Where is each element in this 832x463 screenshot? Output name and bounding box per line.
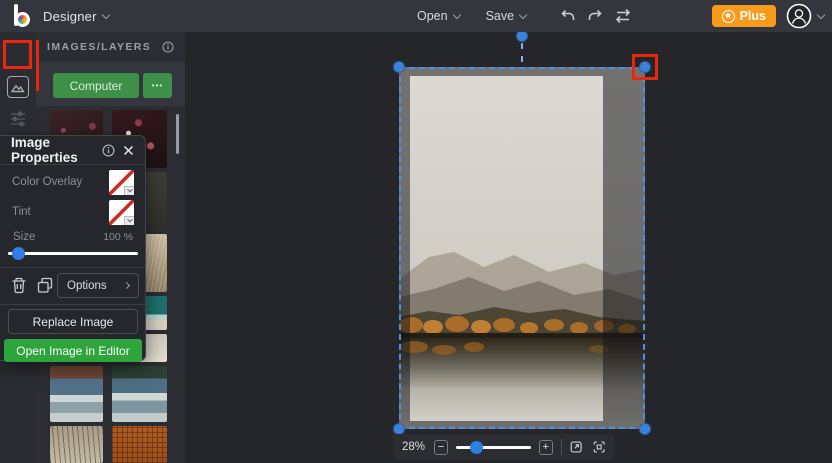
undo-button[interactable]: [560, 8, 576, 24]
switch-transfer-button[interactable]: [614, 8, 632, 24]
redo-button[interactable]: [587, 8, 603, 24]
zoom-slider-track[interactable]: [455, 446, 531, 449]
image-properties-header: Image Properties: [0, 135, 145, 165]
replace-image-button[interactable]: Replace Image: [8, 309, 138, 334]
rail-images-tab[interactable]: [7, 76, 29, 98]
images-layers-header: IMAGES/LAYERS: [36, 32, 185, 62]
duplicate-layer-button[interactable]: [35, 275, 55, 296]
swatch-dropdown-icon[interactable]: [124, 215, 134, 225]
profile-chevron-icon[interactable]: [816, 10, 826, 19]
color-overlay-row: Color Overlay: [12, 169, 134, 195]
trash-icon: [12, 277, 26, 294]
tint-row: Tint: [12, 199, 134, 225]
thumbnail-reeds[interactable]: [50, 426, 103, 463]
close-icon[interactable]: [123, 145, 134, 156]
fit-to-screen-icon[interactable]: [592, 439, 606, 455]
annotation-line-panel-edge: [36, 40, 39, 91]
person-icon: [786, 3, 812, 29]
redo-icon: [588, 9, 602, 20]
annotation-box-top-right-handle: [632, 54, 658, 80]
computer-upload-button[interactable]: Computer: [53, 73, 139, 98]
image-properties-panel: Image Properties Color Overlay Tint Size: [0, 135, 146, 362]
image-icon: [10, 84, 25, 93]
duplicate-icon: [37, 277, 53, 293]
rail-customize-tab[interactable]: [7, 108, 29, 130]
top-bar: Designer Open Save ★ Plus: [0, 0, 832, 32]
sliders-icon: [11, 111, 25, 127]
befunky-logo-icon[interactable]: [13, 4, 33, 28]
annotation-box-images-tab: [3, 40, 32, 69]
size-slider-knob[interactable]: [12, 247, 25, 260]
profile-avatar[interactable]: [786, 3, 812, 29]
chevron-down-icon: [518, 10, 528, 19]
zoom-in-button[interactable]: +: [538, 439, 553, 455]
star-icon: ★: [721, 9, 735, 23]
tint-swatch[interactable]: [109, 199, 134, 225]
options-button[interactable]: Options: [57, 273, 139, 298]
zoom-bar: 28% − +: [393, 434, 615, 460]
selection-handle-top-left[interactable]: [393, 61, 405, 73]
selection-handle-bottom-right[interactable]: [639, 423, 651, 435]
image-properties-title: Image Properties: [11, 135, 78, 165]
zoom-out-button[interactable]: −: [434, 439, 448, 455]
thumbnail-waves-forest[interactable]: [112, 366, 167, 422]
zoom-slider[interactable]: [455, 440, 531, 454]
thumbnail-orange-grid[interactable]: [112, 426, 167, 463]
plus-upgrade-button[interactable]: ★ Plus: [711, 5, 776, 27]
thumbnail-waves-shore[interactable]: [50, 366, 103, 422]
logo-color-wheel: [15, 12, 30, 27]
size-slider-track[interactable]: [8, 252, 138, 255]
info-icon[interactable]: [102, 143, 115, 157]
open-image-in-editor-button[interactable]: Open Image in Editor: [4, 339, 142, 362]
size-slider[interactable]: [8, 246, 138, 260]
rotation-handle-line: [521, 43, 523, 62]
panel-scrollbar[interactable]: [176, 114, 179, 154]
app-title: Designer: [43, 8, 97, 24]
chevron-down-icon: [452, 10, 461, 19]
panel-title: IMAGES/LAYERS: [47, 41, 152, 53]
transfer-arrows-icon: [615, 8, 631, 24]
undo-icon: [561, 9, 575, 20]
open-menu[interactable]: Open: [417, 9, 461, 23]
designer-app-menu[interactable]: Designer: [43, 8, 110, 24]
size-row: Size 100 %: [13, 231, 133, 243]
swatch-dropdown-icon[interactable]: [124, 185, 134, 195]
save-menu[interactable]: Save: [486, 9, 528, 23]
divider: [560, 439, 562, 455]
selection-bounding-box: [399, 67, 645, 429]
more-sources-button[interactable]: •••: [143, 73, 172, 98]
zoom-slider-knob[interactable]: [469, 441, 483, 454]
app-root: Designer Open Save ★ Plus IMAGES/LAYERS …: [0, 0, 832, 463]
size-value: 100 %: [103, 231, 133, 243]
fullscreen-icon[interactable]: [569, 439, 583, 455]
chevron-right-icon: [122, 281, 131, 290]
zoom-level: 28%: [402, 441, 426, 453]
info-icon[interactable]: [162, 41, 174, 53]
delete-layer-button[interactable]: [9, 275, 29, 296]
color-overlay-swatch[interactable]: [109, 169, 134, 195]
chevron-down-icon: [101, 10, 110, 19]
